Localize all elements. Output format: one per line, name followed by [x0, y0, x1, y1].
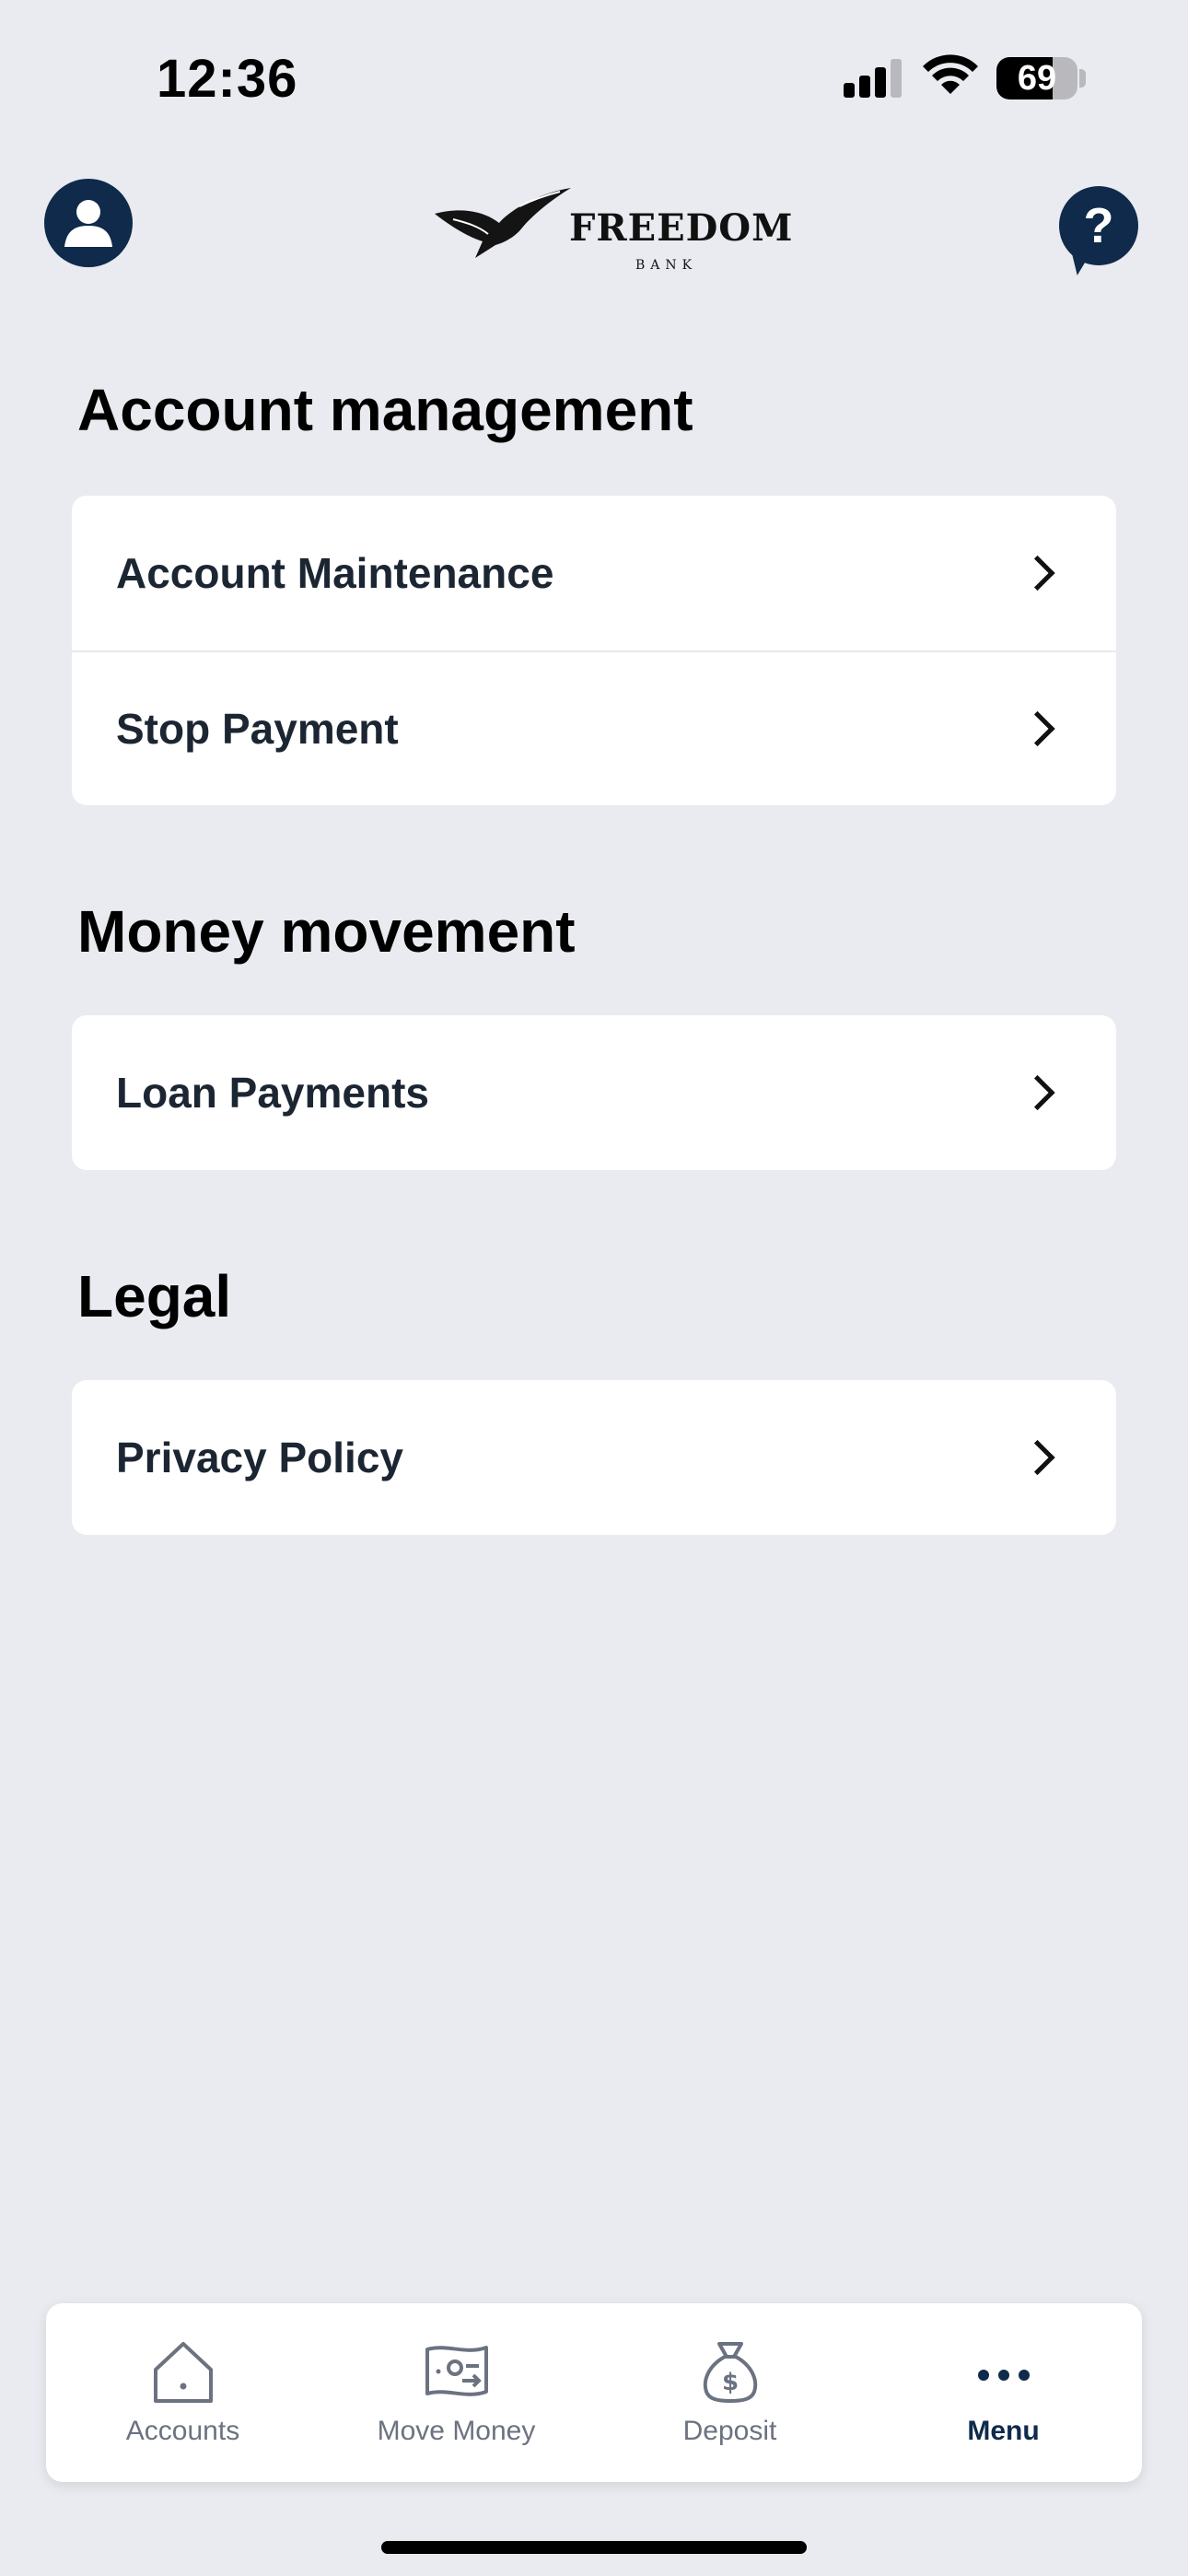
- menu-item-label: Account Maintenance: [116, 549, 554, 597]
- question-mark-icon: ?: [1083, 198, 1114, 253]
- tab-label: Move Money: [377, 2416, 536, 2446]
- battery-level: 69: [1017, 59, 1057, 98]
- menu-item-label: Loan Payments: [116, 1069, 429, 1117]
- chevron-right-icon: [1019, 555, 1055, 591]
- account-management-card: Account Maintenance Stop Payment: [72, 496, 1116, 805]
- section-title-legal: Legal: [77, 1263, 232, 1329]
- battery-icon: 69: [996, 57, 1077, 100]
- money-movement-card: Loan Payments: [72, 1015, 1116, 1170]
- svg-text:$: $: [721, 2369, 738, 2396]
- profile-button[interactable]: [44, 179, 133, 267]
- logo-subtext: BANK: [635, 258, 698, 273]
- section-title-account-management: Account management: [77, 377, 693, 443]
- more-dots-icon: [977, 2370, 1030, 2381]
- freedom-bank-logo: FREEDOM BANK: [435, 186, 792, 273]
- status-bar: 12:36 69: [0, 0, 1188, 157]
- help-bubble-tail: [1063, 248, 1090, 277]
- chevron-right-icon: [1019, 1439, 1055, 1476]
- menu-item-stop-payment[interactable]: Stop Payment: [72, 650, 1116, 805]
- legal-card: Privacy Policy: [72, 1380, 1116, 1535]
- section-title-money-movement: Money movement: [77, 898, 576, 965]
- tab-deposit[interactable]: $ Deposit: [593, 2303, 867, 2482]
- eagle-logo-icon: [435, 188, 571, 258]
- tab-move-money[interactable]: Move Money: [320, 2303, 593, 2482]
- bottom-tab-bar: Accounts Move Money $ Deposit Menu: [46, 2303, 1142, 2482]
- menu-item-label: Stop Payment: [116, 705, 399, 753]
- tab-label: Accounts: [125, 2416, 240, 2446]
- tab-label: Menu: [967, 2416, 1040, 2446]
- menu-item-loan-payments[interactable]: Loan Payments: [72, 1015, 1116, 1170]
- menu-item-label: Privacy Policy: [116, 1434, 403, 1481]
- money-bag-icon: $: [703, 2342, 757, 2403]
- home-indicator[interactable]: [381, 2541, 807, 2554]
- menu-item-privacy-policy[interactable]: Privacy Policy: [72, 1380, 1116, 1535]
- logo-wordmark: FREEDOM: [569, 206, 794, 250]
- transfer-money-icon: [425, 2346, 488, 2396]
- battery-tip: [1079, 69, 1086, 88]
- tab-label: Deposit: [682, 2416, 777, 2446]
- house-icon: [153, 2342, 213, 2403]
- chevron-right-icon: [1019, 710, 1055, 747]
- status-time: 12:36: [157, 49, 298, 109]
- menu-item-account-maintenance[interactable]: Account Maintenance: [72, 496, 1116, 650]
- tab-accounts[interactable]: Accounts: [46, 2303, 320, 2482]
- wifi-icon: [923, 54, 978, 94]
- user-icon: [64, 200, 112, 247]
- app-header: FREEDOM BANK ?: [0, 166, 1188, 286]
- cellular-signal-icon: [844, 57, 903, 98]
- chevron-right-icon: [1019, 1074, 1055, 1111]
- tab-menu[interactable]: Menu: [867, 2303, 1140, 2482]
